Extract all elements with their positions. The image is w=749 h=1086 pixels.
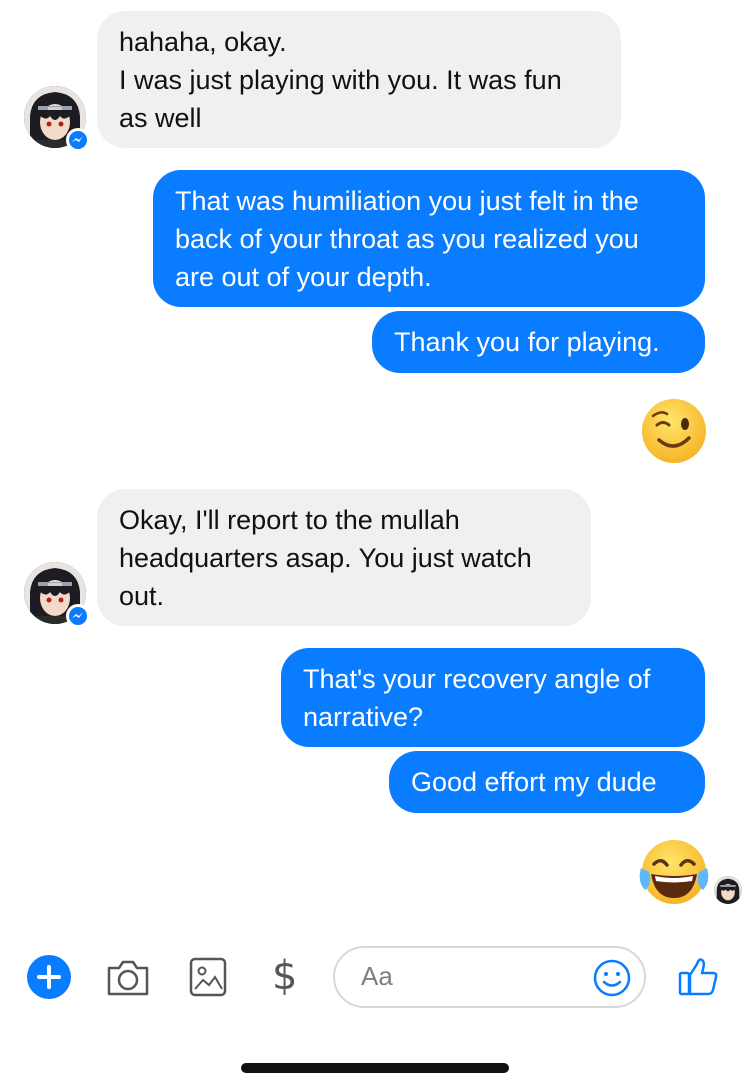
winking-face-emoji-icon[interactable]: [641, 398, 707, 469]
message-text: hahaha, okay. I was just playing with yo…: [119, 27, 562, 133]
message-text: Okay, I'll report to the mullah headquar…: [119, 505, 532, 611]
contact-avatar[interactable]: [24, 562, 90, 628]
outgoing-message-bubble[interactable]: Thank you for playing.: [372, 311, 705, 373]
messenger-badge-icon: [66, 604, 90, 628]
plus-icon[interactable]: [27, 955, 71, 999]
message-input[interactable]: Aa: [333, 946, 646, 1008]
incoming-message-bubble[interactable]: Okay, I'll report to the mullah headquar…: [97, 489, 591, 626]
outgoing-message-bubble[interactable]: That's your recovery angle of narrative?: [281, 648, 705, 747]
dollar-icon[interactable]: $: [272, 952, 297, 1000]
message-text: That was humiliation you just felt in th…: [175, 186, 639, 292]
home-indicator: [241, 1063, 509, 1073]
contact-avatar[interactable]: [24, 86, 90, 152]
message-input-placeholder: Aa: [361, 961, 393, 991]
messenger-badge-icon: [66, 128, 90, 152]
message-text: That's your recovery angle of narrative?: [303, 664, 651, 732]
message-text: Good effort my dude: [411, 767, 657, 797]
like-icon[interactable]: [676, 954, 720, 1003]
read-receipt-avatar: [714, 876, 742, 904]
outgoing-message-bubble[interactable]: Good effort my dude: [389, 751, 705, 813]
incoming-message-bubble[interactable]: hahaha, okay. I was just playing with yo…: [97, 11, 621, 148]
outgoing-message-bubble[interactable]: That was humiliation you just felt in th…: [153, 170, 705, 307]
face-with-tears-of-joy-emoji-icon[interactable]: [637, 838, 711, 911]
gallery-icon[interactable]: [188, 956, 228, 1003]
emoji-icon[interactable]: [592, 958, 632, 1003]
message-text: Thank you for playing.: [394, 327, 660, 357]
camera-icon[interactable]: [105, 958, 151, 1003]
